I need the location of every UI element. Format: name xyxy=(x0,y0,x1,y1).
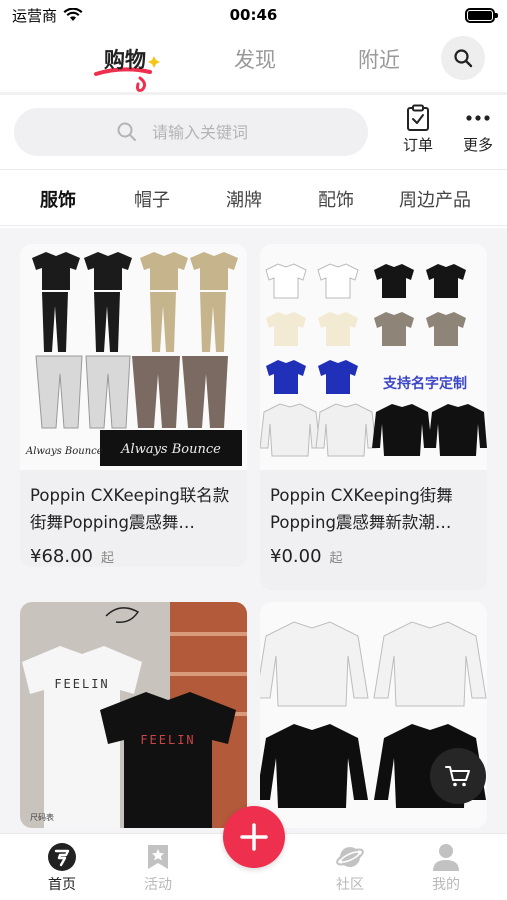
price-suffix: 起 xyxy=(329,551,343,566)
planet-icon xyxy=(336,847,364,867)
nav-home[interactable]: 首页 xyxy=(32,840,92,894)
product-image: FEELIN FEELIN 尺码表 xyxy=(20,602,247,828)
nav-community[interactable]: 社区 xyxy=(320,840,380,894)
cart-button[interactable] xyxy=(430,748,486,804)
clipboard-check-icon xyxy=(407,104,429,131)
profile-icon xyxy=(433,844,459,871)
product-price: ¥0.00 xyxy=(270,546,322,567)
wifi-icon xyxy=(63,8,83,21)
product-title: Poppin CXKeeping街舞Popping震感舞新款潮… xyxy=(270,486,453,532)
product-image: Always Bounce Always Bounce xyxy=(20,244,247,470)
product-card[interactable]: Always Bounce Always Bounce Poppin CXKee… xyxy=(20,244,247,567)
price-row: ¥0.00 起 xyxy=(260,536,487,567)
product-image-text: FEELIN xyxy=(54,677,109,691)
category-tab-accessories[interactable]: 配饰 xyxy=(318,186,354,212)
top-nav: 购物 发现 附近 xyxy=(0,32,507,92)
nav-me[interactable]: 我的 xyxy=(416,840,476,894)
product-card[interactable]: FEELIN FEELIN 尺码表 xyxy=(20,602,247,828)
search-icon xyxy=(454,49,473,68)
category-tabs: 服饰 帽子 潮牌 配饰 周边产品 xyxy=(0,172,507,222)
product-image-text: 尺码表 xyxy=(30,812,54,822)
category-divider xyxy=(0,225,507,226)
product-card[interactable]: 支持名字定制 Poppin CXKeeping街舞Popping震感舞新款潮… … xyxy=(260,244,487,590)
search-box[interactable] xyxy=(14,108,368,156)
product-image: 支持名字定制 xyxy=(260,244,487,470)
category-tab-hats[interactable]: 帽子 xyxy=(134,186,170,212)
product-image-text: 支持名字定制 xyxy=(382,375,467,392)
orders-label: 订单 xyxy=(402,136,433,154)
product-image-text: Always Bounce xyxy=(120,442,221,457)
nav-me-label: 我的 xyxy=(432,877,460,893)
product-image-text: Always Bounce xyxy=(25,446,103,457)
activity-bookmark-icon xyxy=(148,845,168,869)
tab-nearby[interactable]: 附近 xyxy=(358,44,400,74)
carrier-label: 运营商 xyxy=(12,6,58,25)
nav-activity-label: 活动 xyxy=(144,877,172,893)
search-icon xyxy=(117,122,136,141)
category-tab-trendy[interactable]: 潮牌 xyxy=(226,186,262,212)
more-label: 更多 xyxy=(462,136,493,154)
battery-icon xyxy=(465,7,498,23)
nav-community-label: 社区 xyxy=(336,877,364,893)
search-divider xyxy=(0,169,507,170)
product-price: ¥68.00 xyxy=(30,546,93,567)
category-tab-merch[interactable]: 周边产品 xyxy=(399,186,471,212)
search-row: 订单 更多 xyxy=(0,100,507,166)
status-time: 00:46 xyxy=(229,6,278,24)
more-button[interactable]: 更多 xyxy=(453,102,503,155)
price-row: ¥68.00 起 xyxy=(20,536,247,567)
home-logo-icon xyxy=(48,843,76,871)
plus-icon xyxy=(240,823,268,851)
tab-discover[interactable]: 发现 xyxy=(234,44,276,74)
more-dots-icon xyxy=(466,115,490,121)
price-suffix: 起 xyxy=(100,551,114,566)
search-input[interactable] xyxy=(152,122,352,142)
tab-shopping[interactable]: 购物 xyxy=(94,44,160,92)
tab-shopping-label: 购物 xyxy=(104,48,146,72)
orders-button[interactable]: 订单 xyxy=(393,102,443,155)
cart-icon xyxy=(445,766,470,787)
create-post-button[interactable] xyxy=(223,806,285,868)
product-grid: Always Bounce Always Bounce Poppin CXKee… xyxy=(0,228,507,833)
nav-activity[interactable]: 活动 xyxy=(128,840,188,894)
product-title: Poppin CXKeeping联名款街舞Popping震感舞… xyxy=(30,486,230,532)
status-bar: 运营商 00:46 xyxy=(0,0,507,30)
search-button[interactable] xyxy=(441,36,485,80)
category-tab-clothing[interactable]: 服饰 xyxy=(40,186,76,212)
header-divider xyxy=(0,92,507,95)
nav-home-label: 首页 xyxy=(48,877,76,893)
product-image-text: FEELIN xyxy=(140,733,195,747)
